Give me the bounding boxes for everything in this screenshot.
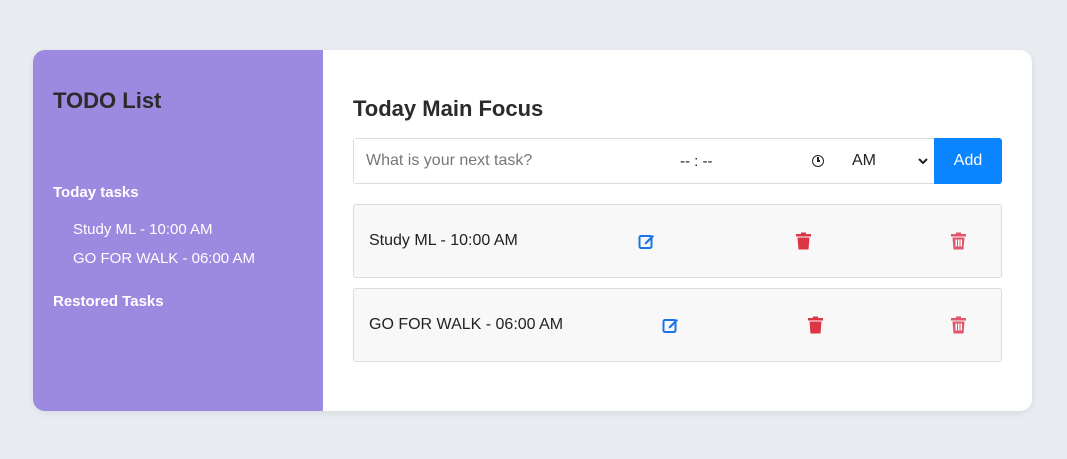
edit-icon[interactable] (638, 233, 655, 250)
sidebar-task-item[interactable]: GO FOR WALK - 06:00 AM (73, 244, 303, 273)
sidebar: TODO List Today tasks Study ML - 10:00 A… (33, 50, 323, 411)
app-title: TODO List (53, 88, 162, 113)
time-placeholder: -- : -- (680, 152, 713, 170)
add-button[interactable]: Add (934, 138, 1002, 184)
ampm-select[interactable]: AM (834, 139, 934, 183)
task-text: GO FOR WALK - 06:00 AM (369, 316, 564, 333)
ampm-selected-value: AM (852, 152, 876, 169)
task-card: GO FOR WALK - 06:00 AM (353, 288, 1002, 362)
restored-tasks-link[interactable]: Restored Tasks (53, 293, 303, 310)
time-input[interactable]: -- : -- (652, 139, 834, 183)
trash-outline-icon[interactable] (951, 316, 966, 334)
main-panel: Today Main Focus -- : -- AM Add Study ML… (323, 50, 1032, 411)
page-title: Today Main Focus (353, 96, 544, 121)
edit-icon[interactable] (662, 317, 679, 334)
task-input[interactable] (354, 139, 652, 183)
task-card: Study ML - 10:00 AM (353, 204, 1002, 278)
trash-icon[interactable] (796, 232, 811, 250)
today-task-list: Study ML - 10:00 AM GO FOR WALK - 06:00 … (53, 215, 303, 273)
sidebar-task-item[interactable]: Study ML - 10:00 AM (73, 215, 303, 244)
task-text: Study ML - 10:00 AM (369, 232, 518, 249)
trash-icon[interactable] (808, 316, 823, 334)
clock-icon[interactable] (812, 155, 824, 167)
trash-outline-icon[interactable] (951, 232, 966, 250)
chevron-down-icon (918, 154, 928, 168)
add-task-form: -- : -- AM Add (353, 138, 1002, 184)
todo-app: TODO List Today tasks Study ML - 10:00 A… (33, 50, 1032, 411)
today-tasks-link[interactable]: Today tasks (53, 184, 303, 201)
